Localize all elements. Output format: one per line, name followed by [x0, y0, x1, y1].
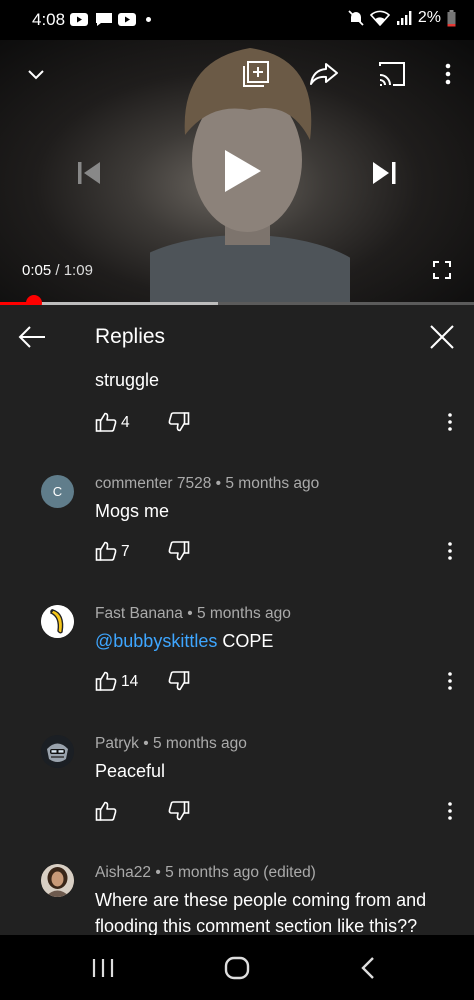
- meta-separator: •: [182, 605, 197, 622]
- replies-header: Replies: [0, 305, 474, 367]
- comment-more-icon[interactable]: [440, 669, 460, 693]
- mute-icon: [348, 10, 364, 26]
- next-icon[interactable]: [370, 160, 398, 186]
- comment-time: 5 months ago: [152, 735, 247, 752]
- like-count: 7: [121, 543, 130, 560]
- battery-percent: 2%: [417, 9, 441, 26]
- status-time: 4:08: [32, 10, 66, 29]
- like-icon[interactable]: [95, 540, 117, 562]
- like-count: 4: [121, 414, 130, 431]
- mention-link[interactable]: @bubbyskittles: [95, 631, 217, 651]
- time-readout: 0:05 / 1:09: [22, 262, 93, 279]
- video-player[interactable]: 0:05 / 1:09: [0, 40, 474, 304]
- youtube-notification-icon: [118, 13, 136, 26]
- current-time: 0:05: [22, 262, 52, 279]
- avatar[interactable]: [41, 605, 74, 638]
- back-icon[interactable]: [354, 953, 384, 983]
- cast-icon[interactable]: [378, 61, 406, 87]
- replies-title: Replies: [95, 325, 166, 348]
- dislike-icon[interactable]: [168, 540, 190, 562]
- youtube-notification-icon: [70, 13, 88, 26]
- meta-separator: •: [151, 864, 166, 881]
- time-separator: /: [51, 262, 64, 279]
- wifi-icon: [369, 10, 390, 26]
- comment-meta: Fast Banana • 5 months ago: [95, 605, 291, 623]
- comment-text: Where are these people coming from and f…: [95, 890, 427, 935]
- comment-time: 5 months ago: [196, 605, 291, 622]
- comment-time: 5 months ago: [225, 475, 320, 492]
- meta-separator: •: [138, 735, 153, 752]
- banana-avatar-icon: [41, 605, 74, 638]
- close-icon[interactable]: [426, 321, 458, 353]
- comment-text: Peaceful: [95, 761, 166, 781]
- notification-dot: [146, 17, 151, 22]
- dislike-icon[interactable]: [168, 670, 190, 692]
- message-notification-icon: [96, 13, 112, 26]
- avatar[interactable]: [41, 864, 74, 897]
- signal-icon: [396, 11, 412, 25]
- meta-separator: •: [211, 475, 226, 492]
- comment-author[interactable]: Aisha22: [95, 864, 151, 881]
- system-nav-bar: [0, 935, 474, 1000]
- status-bar: 4:08 2%: [0, 0, 474, 40]
- arrow-back-icon[interactable]: [16, 321, 48, 353]
- comment-meta: commenter 7528 • 5 months ago: [95, 475, 319, 493]
- play-icon[interactable]: [222, 148, 264, 194]
- like-icon[interactable]: [95, 800, 117, 822]
- add-to-playlist-icon[interactable]: [242, 60, 270, 88]
- comment-more-icon[interactable]: [440, 410, 460, 434]
- chevron-down-icon[interactable]: [24, 62, 48, 86]
- more-vert-icon[interactable]: [438, 62, 458, 86]
- comment-more-icon[interactable]: [440, 539, 460, 563]
- avatar[interactable]: [41, 735, 74, 768]
- duration: 1:09: [63, 262, 93, 279]
- like-icon[interactable]: [95, 411, 117, 433]
- share-icon[interactable]: [309, 60, 339, 88]
- comment-text: @bubbyskittles COPE: [95, 628, 445, 654]
- dislike-icon[interactable]: [168, 411, 190, 433]
- comment-meta: Aisha22 • 5 months ago (edited): [95, 864, 316, 882]
- comment-text: Mogs me: [95, 501, 170, 521]
- dislike-icon[interactable]: [168, 800, 190, 822]
- like-count: 14: [121, 673, 139, 690]
- battery-low-icon: [447, 9, 456, 26]
- comment-author[interactable]: Fast Banana: [95, 605, 183, 622]
- avatar[interactable]: C: [41, 475, 74, 508]
- comment-author[interactable]: Patryk: [95, 735, 139, 752]
- home-icon[interactable]: [222, 953, 252, 983]
- like-icon[interactable]: [95, 670, 117, 692]
- comment-meta: Patryk • 5 months ago: [95, 735, 247, 753]
- replies-list[interactable]: struggle 4 C commenter 7528 • 5 months a…: [0, 367, 474, 935]
- robot-avatar-icon: [41, 735, 74, 768]
- recent-apps-icon[interactable]: [88, 953, 118, 983]
- person-photo-avatar: [41, 864, 74, 897]
- comment-text: struggle: [95, 370, 160, 390]
- fullscreen-icon[interactable]: [432, 260, 452, 280]
- comment-more-icon[interactable]: [440, 799, 460, 823]
- comment-author[interactable]: commenter 7528: [95, 475, 211, 492]
- avatar-letter: C: [52, 484, 63, 499]
- previous-icon[interactable]: [76, 160, 104, 186]
- comment-time: 5 months ago (edited): [165, 864, 316, 881]
- comment-text-body: COPE: [217, 631, 274, 651]
